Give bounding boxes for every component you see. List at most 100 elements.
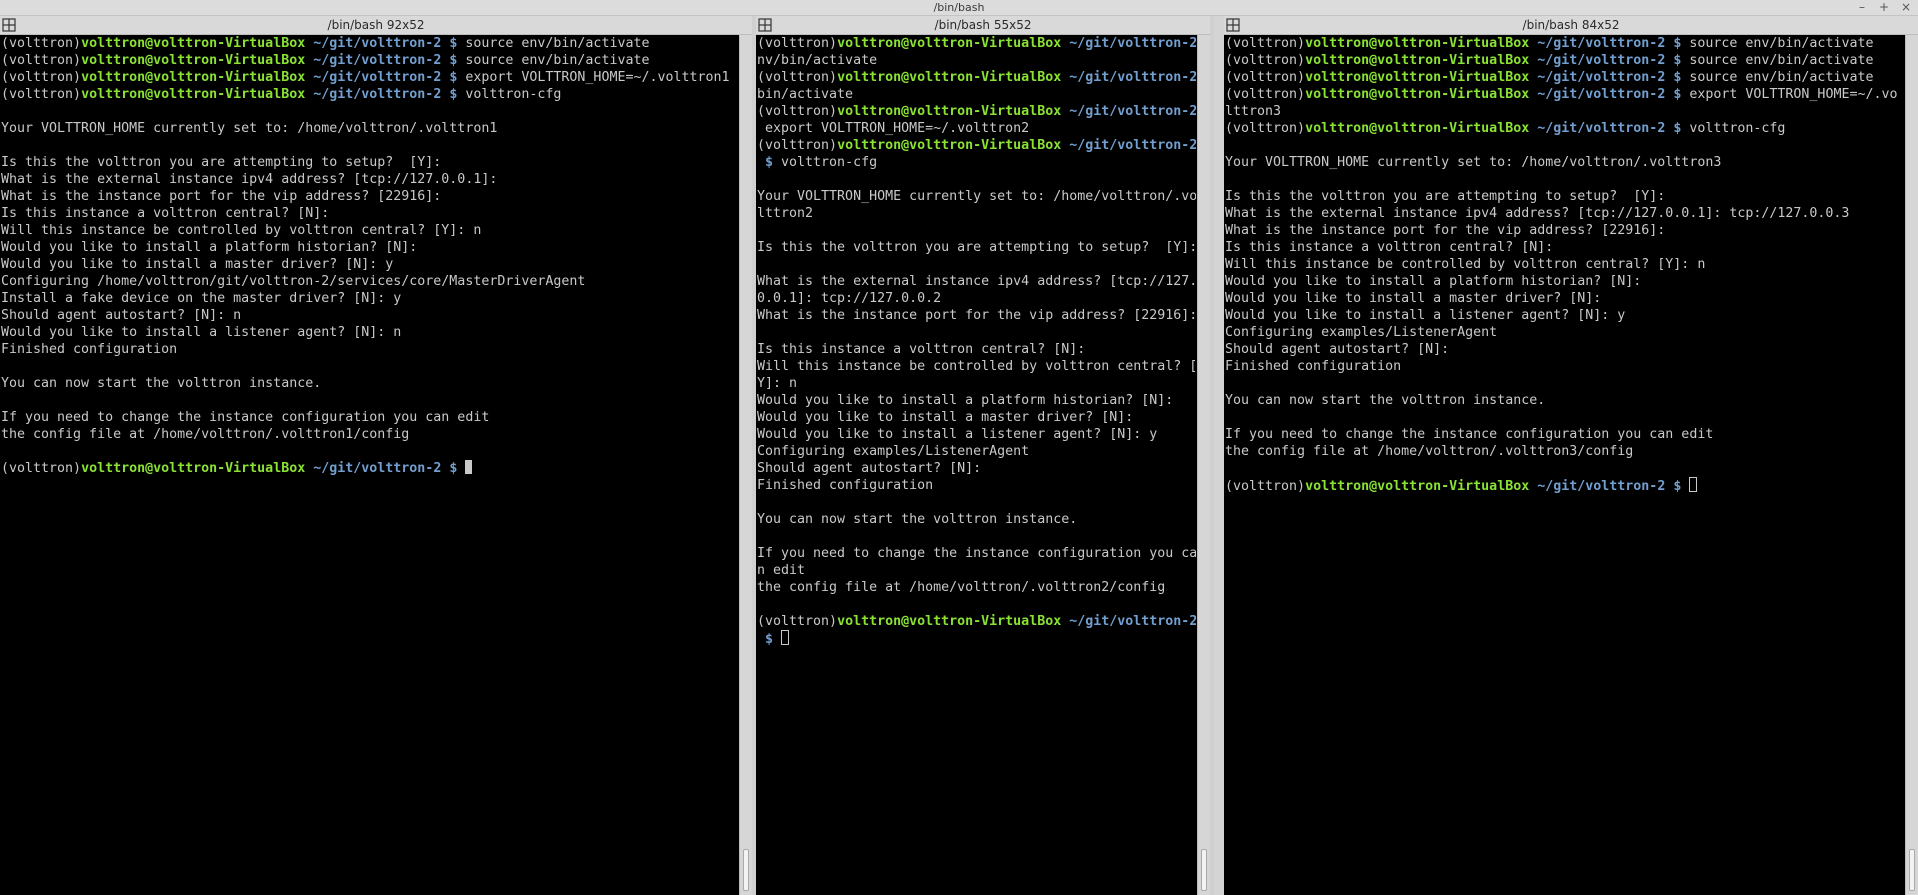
- terminal-line: Install a fake device on the master driv…: [1, 290, 738, 307]
- minimize-icon[interactable]: –: [1856, 0, 1868, 15]
- scrollbar[interactable]: [1905, 35, 1918, 895]
- line-text: nv/bin/activate: [757, 53, 878, 68]
- line-text: What is the instance port for the vip ad…: [757, 308, 1196, 323]
- line-text: Would you like to install a master drive…: [1225, 291, 1602, 306]
- terminal-output[interactable]: (volttron)volttron@volttron-VirtualBox ~…: [1224, 35, 1904, 895]
- line-text: bin/activate: [757, 87, 854, 102]
- terminal-line: Is this the volttron you are attempting …: [1225, 188, 1904, 205]
- maximize-icon[interactable]: +: [1878, 0, 1890, 15]
- pane-divider[interactable]: [1210, 16, 1214, 895]
- line-text: Finished configuration: [1225, 359, 1402, 374]
- prompt-path: ~/git/volttron-2: [1069, 36, 1196, 51]
- terminal-line: (volttron)volttron@volttron-VirtualBox ~…: [1225, 35, 1904, 52]
- prompt-path: ~/git/volttron-2: [1069, 70, 1196, 85]
- terminal-output[interactable]: (volttron)volttron@volttron-VirtualBox ~…: [0, 35, 738, 895]
- prompt-path: ~/git/volttron-2 $: [1537, 121, 1682, 136]
- terminal-pane-2[interactable]: /bin/bash 55x52 (volttron)volttron@voltt…: [756, 16, 1210, 895]
- prompt-user-host: volttron@volttron-VirtualBox: [81, 70, 306, 85]
- prompt-path: ~/git/volttron-2: [1069, 104, 1196, 119]
- terminal-line: Is this instance a volttron central? [N]…: [757, 341, 1196, 358]
- line-text: Would you like to install a platform his…: [1, 240, 418, 255]
- line-text: Should agent autostart? [N]:: [1225, 342, 1450, 357]
- line-text: Install a fake device on the master driv…: [1, 291, 402, 306]
- prompt-user-host: volttron@volttron-VirtualBox: [1305, 87, 1530, 102]
- text-cursor: [1689, 477, 1698, 492]
- prompt-env: (volttron): [1225, 70, 1306, 85]
- prompt-user-host: volttron@volttron-VirtualBox: [837, 614, 1062, 629]
- prompt-user-host: volttron@volttron-VirtualBox: [1305, 36, 1530, 51]
- terminal-line: Should agent autostart? [N]:: [757, 460, 1196, 477]
- terminal-line: Finished configuration: [757, 477, 1196, 494]
- terminal-pane-1[interactable]: /bin/bash 92x52 (volttron)volttron@voltt…: [0, 16, 752, 895]
- line-text: Would you like to install a master drive…: [757, 410, 1134, 425]
- scrollbar[interactable]: [1197, 35, 1210, 895]
- pane-title: /bin/bash 55x52: [934, 18, 1032, 32]
- terminal-line: (volttron)volttron@volttron-VirtualBox ~…: [1225, 86, 1904, 103]
- terminal-line: What is the external instance ipv4 addre…: [1, 171, 738, 188]
- prompt-user-host: volttron@volttron-VirtualBox: [1305, 70, 1530, 85]
- scrollbar[interactable]: [739, 35, 752, 895]
- line-text: lttron2: [757, 206, 814, 221]
- terminal-line: Would you like to install a platform his…: [1, 239, 738, 256]
- line-text: source env/bin/activate: [457, 53, 650, 68]
- terminal-line: Would you like to install a platform his…: [1225, 273, 1904, 290]
- terminal-line: Would you like to install a listener age…: [757, 426, 1196, 443]
- terminal-line: (volttron)volttron@volttron-VirtualBox ~…: [757, 103, 1196, 120]
- prompt-path: ~/git/volttron-2: [1069, 138, 1196, 153]
- scrollbar-thumb[interactable]: [743, 849, 749, 891]
- line-text: Is this instance a volttron central? [N]…: [1, 206, 330, 221]
- line-text: Should agent autostart? [N]: n: [1, 308, 242, 323]
- terminal-pane-3[interactable]: /bin/bash 84x52 (volttron)volttron@voltt…: [1224, 16, 1918, 895]
- terminal-output[interactable]: (volttron)volttron@volttron-VirtualBox ~…: [756, 35, 1196, 895]
- prompt-user-host: volttron@volttron-VirtualBox: [81, 461, 306, 476]
- prompt-user-host: volttron@volttron-VirtualBox: [81, 87, 306, 102]
- terminal-line: If you need to change the instance confi…: [1, 409, 738, 426]
- prompt-env: (volttron): [1, 70, 82, 85]
- terminal-line: Will this instance be controlled by volt…: [1225, 256, 1904, 273]
- line-text: [773, 632, 781, 647]
- prompt-path: ~/git/volttron-2 $: [1537, 36, 1682, 51]
- prompt-user-host: volttron@volttron-VirtualBox: [837, 70, 1062, 85]
- line-text: Finished configuration: [757, 478, 934, 493]
- terminal-line: export VOLTTRON_HOME=~/.volttron2: [757, 120, 1196, 137]
- line-text: source env/bin/activate: [1681, 36, 1874, 51]
- terminal-line: Would you like to install a platform his…: [757, 392, 1196, 409]
- prompt-user-host: volttron@volttron-VirtualBox: [1305, 121, 1530, 136]
- prompt-user-host: volttron@volttron-VirtualBox: [81, 36, 306, 51]
- terminal-line: Finished configuration: [1, 341, 738, 358]
- terminal-line: What is the external instance ipv4 addre…: [1225, 205, 1904, 222]
- prompt-env: (volttron): [1225, 53, 1306, 68]
- prompt-env: (volttron): [1, 53, 82, 68]
- line-text: Would you like to install a platform his…: [757, 393, 1174, 408]
- line-text: volttron-cfg: [457, 87, 562, 102]
- terminal-line: Would you like to install a master drive…: [757, 409, 1196, 426]
- line-text: You can now start the volttron instance.: [1225, 393, 1546, 408]
- terminal-line: Is this the volttron you are attempting …: [1, 154, 738, 171]
- prompt-user-host: volttron@volttron-VirtualBox: [1305, 53, 1530, 68]
- line-text: Will this instance be controlled by volt…: [1225, 257, 1706, 272]
- prompt-user-host: volttron@volttron-VirtualBox: [837, 36, 1062, 51]
- line-text: What is the external instance ipv4 addre…: [1, 172, 498, 187]
- terminal-line: (volttron)volttron@volttron-VirtualBox ~…: [757, 69, 1196, 86]
- prompt-env: (volttron): [757, 36, 838, 51]
- line-text: Would you like to install a listener age…: [1, 325, 402, 340]
- scrollbar-thumb[interactable]: [1201, 849, 1207, 891]
- scrollbar-thumb[interactable]: [1909, 849, 1915, 891]
- close-icon[interactable]: ×: [1900, 0, 1912, 15]
- prompt-env: (volttron): [1, 36, 82, 51]
- prompt-path: ~/git/volttron-2 $: [313, 87, 458, 102]
- text-cursor: [465, 460, 473, 474]
- terminal-line: Your VOLTTRON_HOME currently set to: /ho…: [1, 120, 738, 137]
- terminal-line: (volttron)volttron@volttron-VirtualBox ~…: [1, 52, 738, 69]
- pane-header: /bin/bash 55x52: [756, 16, 1210, 35]
- line-text: Your VOLTTRON_HOME currently set to: /ho…: [757, 189, 1196, 204]
